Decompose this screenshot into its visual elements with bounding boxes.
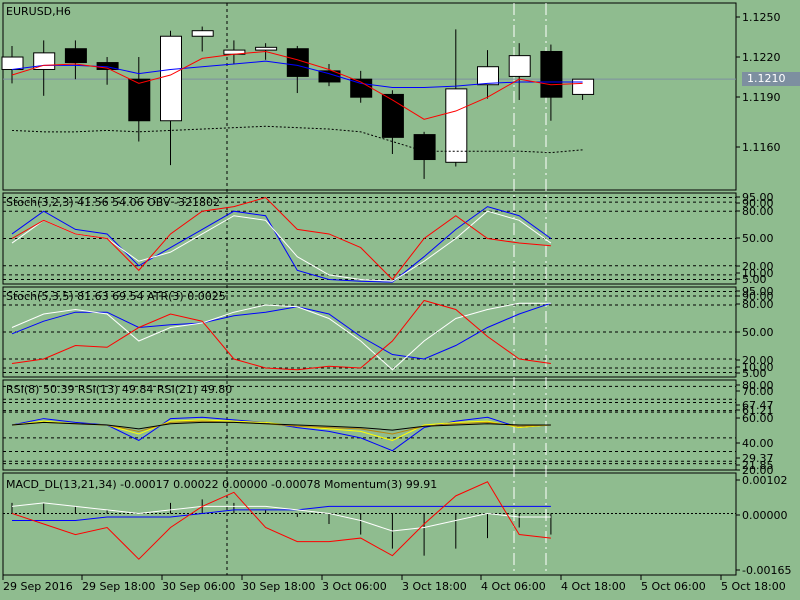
candle-body (508, 55, 531, 77)
candle-body (191, 30, 214, 37)
candle-body (1, 56, 24, 70)
y-tick-label-price: 1.1160 (742, 141, 781, 154)
candle-body (381, 93, 404, 138)
y-tick-label-stoch2: 50.00 (742, 326, 774, 339)
osc-series-line-2-1 (11, 302, 551, 371)
stoch1-title: Stoch(3,2,3) 41.56 54.06 OBV -321802 (6, 196, 220, 209)
osc-series-line-1-1 (11, 210, 552, 282)
y-tick-label-rsi: 40.00 (742, 437, 774, 450)
price-series-line-2 (11, 125, 583, 154)
candle-body (160, 35, 182, 122)
x-tick-label: 5 Oct 06:00 (641, 580, 706, 593)
x-tick-label: 4 Oct 18:00 (561, 580, 626, 593)
osc-series-line-1-0 (11, 206, 552, 283)
candle-body (128, 78, 151, 122)
candle-body (477, 66, 499, 86)
y-tick-label-stoch1: 50.00 (742, 232, 774, 245)
macd-series-line-1 (11, 502, 551, 532)
y-tick-label-price: 1.1250 (742, 11, 781, 24)
y-tick-label-macd: -0.00165 (742, 564, 792, 577)
x-tick-label: 29 Sep 2016 (3, 580, 73, 593)
y-tick-label-price: 1.1190 (742, 91, 781, 104)
macd-series-line-2 (11, 481, 551, 560)
current-price-tag: 1.1210 (742, 72, 800, 87)
x-tick-label: 30 Sep 18:00 (242, 580, 316, 593)
x-tick-label: 5 Oct 18:00 (721, 580, 786, 593)
y-tick-label-price: 1.1220 (742, 51, 781, 64)
y-tick-label-stoch1: 80.00 (742, 205, 774, 218)
y-tick-label-rsi: 60.00 (742, 412, 774, 425)
y-tick-label-macd: 0.00102 (742, 474, 788, 487)
y-tick-label-rsi: 70.00 (742, 385, 774, 398)
rsi-title: RSI(8) 50.39 RSI(13) 49.84 RSI(21) 49.80 (6, 383, 233, 396)
x-tick-label: 3 Oct 18:00 (402, 580, 467, 593)
stoch2-title: Stoch(5,3,5) 81.63 69.54 ATR(3) 0.0025 (6, 290, 226, 303)
x-tick-label: 3 Oct 06:00 (322, 580, 387, 593)
x-tick-label: 4 Oct 06:00 (481, 580, 546, 593)
osc-series-line-3-2 (11, 420, 551, 435)
candle-body (413, 134, 436, 161)
candle-body (540, 50, 563, 98)
x-tick-label: 29 Sep 18:00 (82, 580, 156, 593)
candle-body (64, 48, 87, 64)
x-tick-label: 30 Sep 06:00 (162, 580, 236, 593)
y-tick-label-stoch2: 80.00 (742, 298, 774, 311)
y-tick-label-macd: 0.00000 (742, 509, 788, 522)
macd-title: MACD_DL(13,21,34) -0.00017 0.00022 0.000… (6, 478, 438, 491)
candle-body (255, 46, 278, 51)
symbol-title: EURUSD,H6 (6, 5, 71, 18)
